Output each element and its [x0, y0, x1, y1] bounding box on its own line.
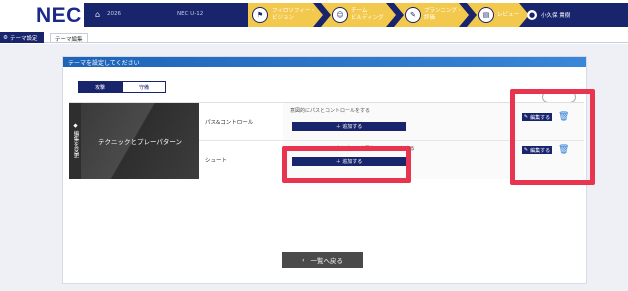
step-philosophy[interactable]: ⚑ フィロソフィー・ ビジョン — [248, 3, 323, 27]
user-icon: ● — [527, 10, 537, 20]
step-label: プランニング・ 評価 — [424, 8, 463, 21]
nec-logo[interactable]: NEC — [36, 4, 82, 28]
highlight-edit-column — [510, 89, 595, 185]
chevron-left-icon: ‹ — [301, 256, 305, 264]
subtab-defense[interactable]: 守備 — [122, 81, 166, 93]
add-button[interactable]: ＋ 追加する — [292, 122, 406, 131]
step-label: フィロソフィー・ ビジョン — [272, 8, 316, 21]
review-icon: ▤ — [478, 7, 494, 23]
tab-theme-setting[interactable]: ⚙ テーマ設定 — [0, 32, 44, 43]
change-edit-tab[interactable]: ◆ 編集を変更 — [69, 103, 81, 179]
panel-title: テーマを設定してください — [63, 57, 586, 67]
row-description: 意図的にパスとコントロールをする — [290, 108, 371, 114]
back-label: 一覧へ戻る — [310, 257, 344, 265]
year-label: 2026 — [107, 11, 121, 17]
highlight-add-button — [282, 146, 411, 183]
tab-label: テーマ設定 — [9, 35, 38, 42]
home-icon[interactable]: ⌂ — [95, 10, 100, 19]
flag-icon: ⚑ — [252, 7, 268, 23]
top-bar: NEC ⌂ 2026 NEC U-12 ⚑ フィロソフィー・ ビジョン ☺ チー… — [0, 0, 628, 30]
user-menu[interactable]: ● 小久保 貴樹 — [527, 10, 570, 20]
tab-theme-edit[interactable]: テーマ編集 — [50, 33, 88, 43]
back-to-list-button[interactable]: ‹ 一覧へ戻る — [282, 252, 363, 268]
tab-bar: ⚙ テーマ設定 テーマ編集 — [0, 32, 628, 43]
gear-icon: ⚙ — [3, 34, 8, 41]
step-label: レビュー — [497, 12, 520, 18]
plan-icon: ✎ — [405, 7, 421, 23]
step-planning[interactable]: ✎ プランニング・ 評価 — [394, 3, 469, 27]
step-label: チーム ビルディング — [351, 8, 384, 21]
team-icon: ☺ — [332, 7, 348, 23]
vband-label: ◆ 編集を変更 — [72, 123, 79, 159]
team-label: NEC U-12 — [177, 11, 204, 17]
skill-cell: パス&コントロール — [199, 103, 283, 141]
subtab-attack[interactable]: 攻撃 — [78, 81, 122, 93]
theme-cell: テクニックとプレーパターン — [81, 103, 199, 179]
skill-cell: シュート — [199, 141, 283, 179]
user-name: 小久保 貴樹 — [541, 13, 571, 19]
step-team-building[interactable]: ☺ チーム ビルディング — [321, 3, 396, 27]
